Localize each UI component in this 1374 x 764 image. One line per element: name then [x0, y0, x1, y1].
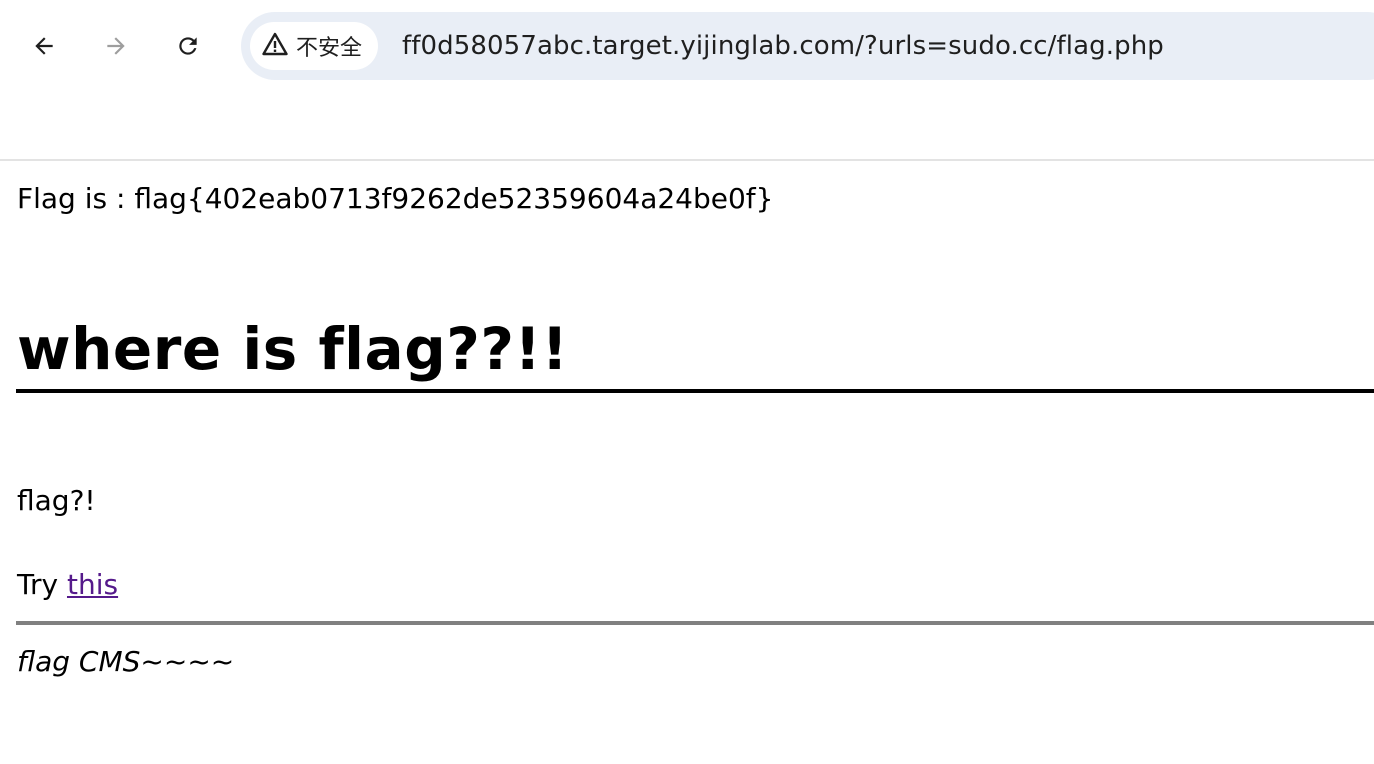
arrow-left-icon: [31, 33, 57, 59]
try-prefix: Try: [17, 568, 67, 601]
try-paragraph: Try this: [17, 565, 118, 605]
horizontal-rule: [16, 621, 1374, 625]
flag-paragraph: flag?!: [17, 484, 96, 517]
security-label: 不安全: [296, 36, 363, 61]
page-heading: where is flag??!!: [17, 315, 569, 383]
security-indicator[interactable]: 不安全: [250, 22, 379, 70]
heading-underline: [16, 389, 1374, 393]
reload-button[interactable]: [168, 26, 208, 66]
reload-icon: [175, 33, 201, 59]
toolbar-divider: [0, 159, 1374, 161]
back-button[interactable]: [24, 26, 64, 66]
address-bar[interactable]: 不安全 ff0d58057abc.target.yijinglab.com/?u…: [241, 12, 1374, 80]
warning-icon: [262, 32, 288, 60]
flag-text: Flag is : flag{402eab0713f9262de52359604…: [17, 182, 774, 215]
browser-toolbar: 不安全 ff0d58057abc.target.yijinglab.com/?u…: [0, 0, 1374, 92]
footer-text: flag CMS~~~~: [17, 645, 235, 678]
forward-button[interactable]: [96, 26, 136, 66]
url-text[interactable]: ff0d58057abc.target.yijinglab.com/?urls=…: [402, 12, 1164, 80]
arrow-right-icon: [103, 33, 129, 59]
try-link[interactable]: this: [67, 568, 118, 601]
